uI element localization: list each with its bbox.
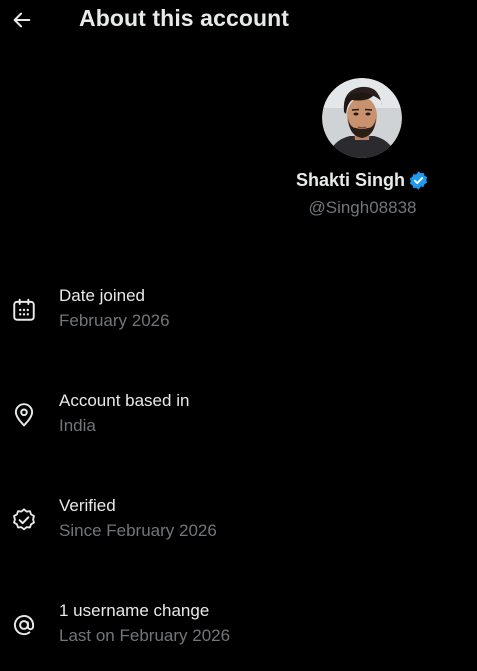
arrow-left-icon <box>13 12 31 28</box>
avatar[interactable] <box>322 78 402 158</box>
detail-row-account-based-in: Account based in India <box>0 391 477 447</box>
user-avatar-photo <box>322 78 402 158</box>
detail-row-username-change: 1 username change Last on February 2026 <box>0 601 477 657</box>
back-button[interactable] <box>8 6 36 34</box>
calendar-icon <box>11 297 37 323</box>
detail-value: India <box>59 416 96 435</box>
verified-badge-icon <box>408 170 429 191</box>
detail-title: Date joined <box>59 286 146 305</box>
detail-row-verified: Verified Since February 2026 <box>0 496 477 552</box>
profile-summary: Shakti Singh @Singh08838 <box>250 76 477 226</box>
detail-value: Last on February 2026 <box>59 626 231 645</box>
detail-value: February 2026 <box>59 311 170 330</box>
location-pin-icon <box>11 402 37 428</box>
display-name: Shakti Singh <box>295 170 405 190</box>
handle: @Singh08838 <box>308 198 417 217</box>
page-title: About this account <box>79 5 290 31</box>
at-sign-icon <box>11 612 37 638</box>
name-row: Shakti Singh <box>250 170 475 191</box>
detail-row-date-joined: Date joined February 2026 <box>0 286 477 342</box>
detail-title: Verified <box>59 496 116 515</box>
detail-value: Since February 2026 <box>59 521 217 540</box>
header-bar: About this account <box>0 0 477 40</box>
detail-title: 1 username change <box>59 601 210 620</box>
detail-title: Account based in <box>59 391 190 410</box>
verified-check-icon <box>11 507 37 533</box>
